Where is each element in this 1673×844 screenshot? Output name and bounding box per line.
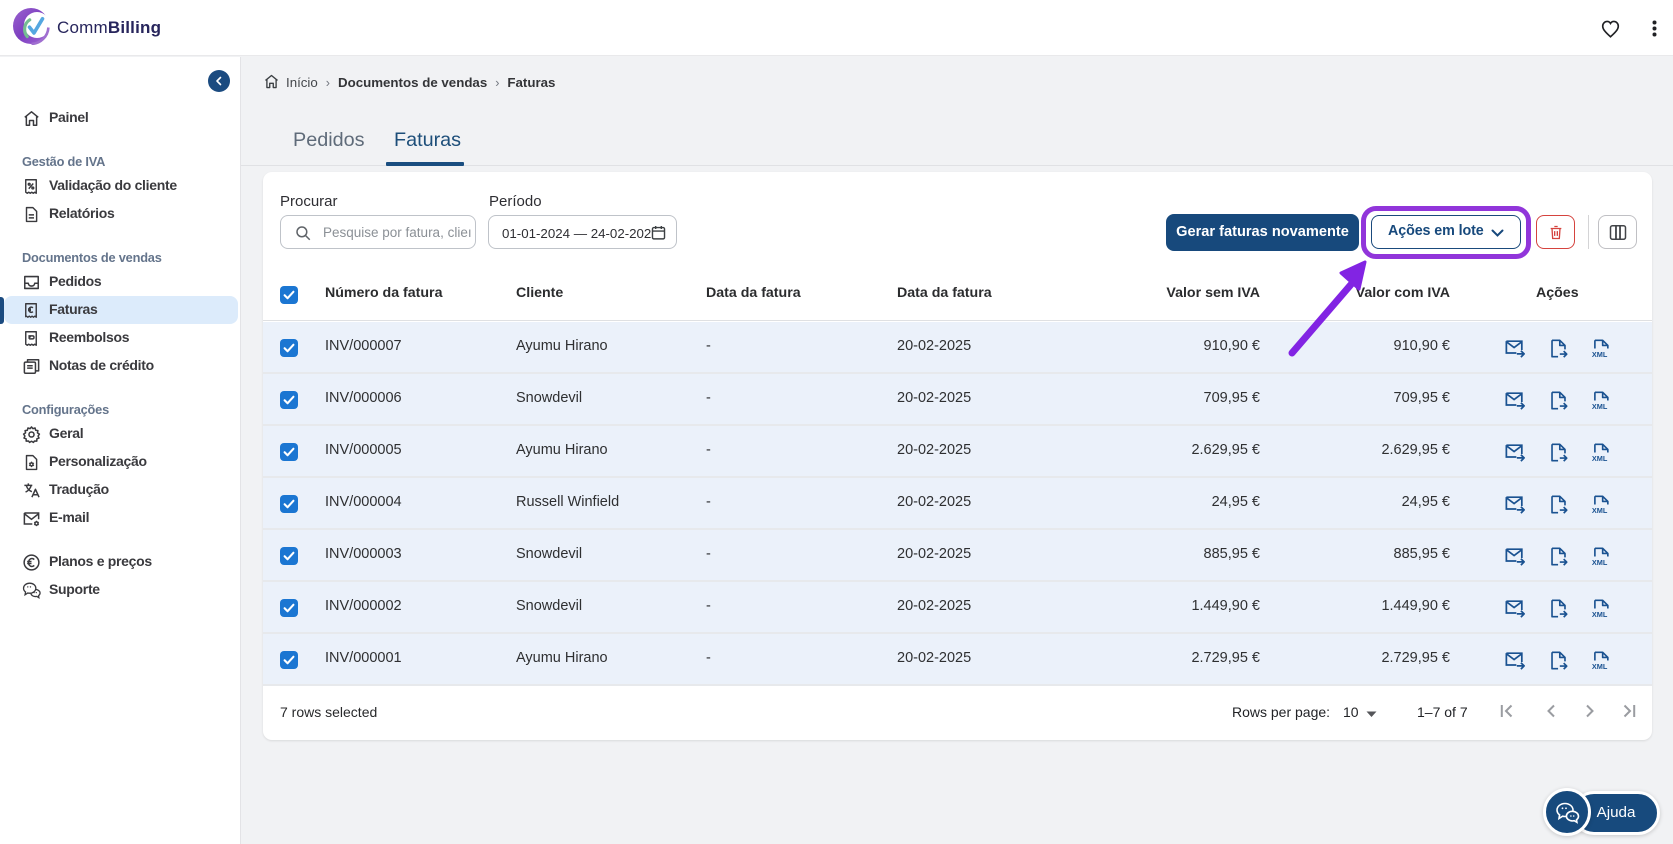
svg-text:XML: XML — [1592, 454, 1608, 463]
svg-text:XML: XML — [1592, 610, 1608, 619]
svg-text:XML: XML — [1592, 558, 1608, 567]
svg-text:XML: XML — [1592, 350, 1608, 359]
svg-text:XML: XML — [1592, 506, 1608, 515]
svg-text:XML: XML — [1592, 662, 1608, 671]
svg-text:XML: XML — [1592, 402, 1608, 411]
